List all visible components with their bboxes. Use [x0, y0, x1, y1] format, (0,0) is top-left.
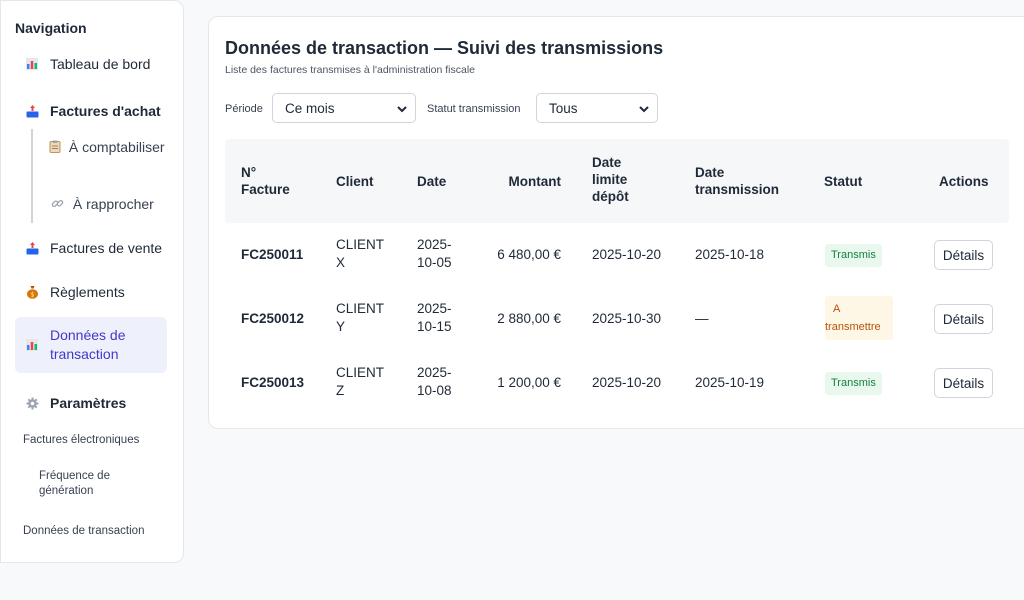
cell-client: CLIENT X — [336, 237, 384, 270]
cell-transmission: 2025-10-19 — [695, 375, 765, 390]
bar-chart-icon — [25, 338, 39, 352]
header-amount: Montant — [508, 174, 561, 189]
sidebar-item-dashboard[interactable]: Tableau de bord — [15, 54, 167, 74]
sidebar-item-label: Règlements — [50, 284, 125, 300]
status-select[interactable]: Tous — [536, 93, 658, 123]
sidebar-subitem-label: À comptabiliser — [68, 139, 165, 155]
sidebar-subitem-to-book[interactable]: À comptabiliser — [49, 138, 169, 157]
sidebar-subitem-to-match[interactable]: À rapprocher — [51, 195, 171, 214]
page-subtitle: Liste des factures transmises à l'admini… — [225, 64, 476, 76]
header-client: Client — [336, 174, 374, 189]
header-actions: Actions — [939, 174, 989, 189]
sidebar-item-label: Factures d'achat — [50, 103, 161, 119]
bar-chart-icon — [25, 57, 39, 71]
cell-deadline: 2025-10-20 — [592, 375, 662, 390]
period-select[interactable]: Ce mois — [272, 93, 416, 123]
sidebar-item-sales[interactable]: Factures de vente — [15, 238, 167, 258]
cell-client: CLIENT Z — [336, 365, 384, 398]
cell-deadline: 2025-10-20 — [592, 247, 662, 262]
sidebar-link-frequency[interactable]: Fréquence de génération — [39, 469, 139, 499]
header-deadline: Date limite dépôt — [592, 155, 629, 204]
cell-amount: 1 200,00 € — [497, 375, 561, 390]
cell-transmission: — — [695, 311, 709, 326]
cell-client: CLIENT Y — [336, 301, 384, 334]
sidebar-item-label: Tableau de bord — [50, 56, 151, 72]
link-icon — [51, 196, 64, 209]
chevron-down-icon — [639, 101, 649, 116]
status-select-value: Tous — [549, 100, 578, 116]
sidebar-item-label: Paramètres — [50, 395, 127, 411]
cell-date: 2025-10-08 — [417, 365, 452, 398]
cell-invoice: FC250013 — [241, 375, 305, 390]
sidebar-item-payments[interactable]: $ Règlements — [15, 282, 167, 302]
gear-icon — [25, 396, 39, 410]
sidebar-link-tx-data[interactable]: Données de transaction — [23, 524, 144, 539]
status-label: Statut transmission — [427, 103, 521, 115]
header-invoice: N° Facture — [241, 165, 290, 197]
transmissions-card: Données de transaction — Suivi des trans… — [208, 16, 1024, 429]
chevron-down-icon — [397, 101, 407, 116]
cell-date: 2025-10-05 — [417, 237, 452, 270]
sidebar-subitem-label: À rapprocher — [72, 196, 154, 212]
clipboard-icon — [49, 139, 61, 153]
sidebar: Navigation Tableau de bord Factures d'ac… — [0, 0, 184, 563]
cell-amount: 2 880,00 € — [497, 311, 561, 326]
table-header: N° Facture Client Date Montant Date limi… — [225, 139, 1009, 223]
cell-invoice: FC250011 — [241, 247, 304, 262]
sidebar-item-purchases[interactable]: Factures d'achat — [15, 101, 167, 121]
details-button[interactable]: Détails — [934, 240, 993, 270]
header-status: Statut — [824, 174, 863, 189]
status-badge: Transmis — [825, 244, 882, 267]
page-title: Données de transaction — Suivi des trans… — [225, 38, 664, 58]
outbox-tray-icon — [25, 241, 39, 255]
sidebar-link-e-invoices[interactable]: Factures électroniques — [23, 433, 139, 448]
sidebar-title: Navigation — [15, 20, 87, 36]
details-button[interactable]: Détails — [934, 304, 993, 334]
cell-date: 2025-10-15 — [417, 301, 452, 334]
submenu-divider — [31, 129, 33, 223]
sidebar-item-label: Factures de vente — [50, 240, 163, 256]
status-badge: Transmis — [825, 372, 882, 395]
cell-amount: 6 480,00 € — [497, 247, 561, 262]
details-button[interactable]: Détails — [934, 368, 993, 398]
status-badge: A transmettre — [825, 296, 893, 340]
period-label: Période — [225, 103, 263, 115]
cell-transmission: 2025-10-18 — [695, 247, 765, 262]
inbox-tray-icon — [25, 104, 39, 118]
svg-text:$: $ — [30, 292, 34, 299]
header-date: Date — [417, 174, 447, 189]
sidebar-item-transactions[interactable]: Données de transaction — [15, 317, 167, 373]
money-bag-icon: $ — [25, 285, 39, 299]
sidebar-item-settings[interactable]: Paramètres — [15, 393, 167, 413]
period-select-value: Ce mois — [285, 100, 335, 116]
header-transmission: Date transmission — [695, 165, 780, 197]
cell-deadline: 2025-10-30 — [592, 311, 662, 326]
cell-invoice: FC250012 — [241, 311, 305, 326]
sidebar-item-label: Données de transaction — [50, 327, 126, 362]
